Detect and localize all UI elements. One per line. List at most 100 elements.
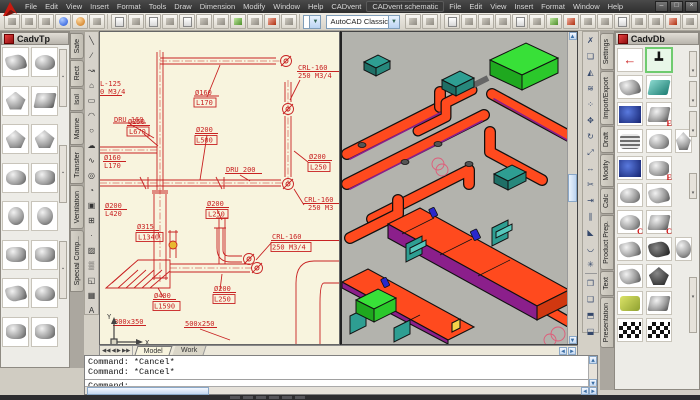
gradient-icon[interactable]: ▒ (85, 258, 99, 273)
close-button[interactable]: × (685, 1, 698, 12)
fitting-oval[interactable] (31, 201, 58, 231)
status-toggle[interactable] (295, 396, 305, 399)
plot-preview-icon[interactable] (512, 14, 528, 29)
fitting-muffler[interactable] (31, 240, 58, 270)
mtext-icon[interactable]: A (85, 303, 99, 318)
menu-item[interactable]: View (62, 2, 86, 11)
scroll-up-icon[interactable]: ▲ (569, 32, 577, 40)
copy-icon[interactable] (614, 14, 630, 29)
status-toggle[interactable] (282, 396, 292, 399)
menu-item[interactable]: Help (604, 2, 627, 11)
x-branch-icon[interactable] (646, 264, 672, 288)
palette-tab[interactable]: Ventilation (70, 185, 84, 229)
sphere-blue-icon[interactable] (55, 14, 71, 29)
fitting-silencer[interactable] (31, 317, 58, 347)
sphere-orange-icon[interactable] (72, 14, 88, 29)
unit-icon[interactable]: E (646, 102, 672, 126)
menu-item[interactable]: Draw (170, 2, 196, 11)
scroll-up-icon[interactable]: ▲ (589, 356, 597, 364)
fitting-icon[interactable] (646, 183, 672, 207)
make-block-icon[interactable]: ⊞ (85, 213, 99, 228)
scroll-down-icon[interactable]: ▼ (569, 336, 577, 344)
stretch-icon[interactable]: ↔ (584, 161, 598, 177)
layout-icon[interactable] (111, 14, 127, 29)
scroll-thumb[interactable] (568, 174, 577, 202)
palette-tab[interactable]: Text (600, 271, 614, 296)
thumb-scrollbar[interactable] (59, 241, 67, 299)
tab-work[interactable]: Work (173, 346, 207, 355)
array-icon[interactable]: ⁘ (584, 97, 598, 113)
thumb-scrollbar[interactable] (59, 49, 67, 107)
cut-icon[interactable] (597, 14, 613, 29)
named-view-icon[interactable] (179, 14, 195, 29)
ellipse-icon[interactable]: ◎ (85, 168, 99, 183)
fitting-branch[interactable] (31, 124, 58, 154)
scroll-right-icon[interactable]: ► (589, 387, 597, 395)
workspace-settings-icon[interactable] (405, 14, 421, 29)
paste-icon[interactable] (631, 14, 647, 29)
oval-duct-icon[interactable] (675, 237, 692, 261)
palette-tab[interactable]: Settings (600, 33, 614, 70)
vertical-scrollbar[interactable]: ▲ ▼ (567, 32, 577, 344)
circle-icon[interactable]: ○ (85, 123, 99, 138)
chevron-down-icon[interactable]: ▼ (309, 16, 320, 28)
palette-tab[interactable]: Import/Export (600, 71, 614, 125)
menu-item[interactable]: File (21, 2, 41, 11)
trim-icon[interactable]: ✂ (584, 177, 598, 193)
menu-item[interactable]: View (486, 2, 510, 11)
silencer-icon[interactable] (617, 129, 643, 153)
camera-icon[interactable] (196, 14, 212, 29)
publish-web-icon[interactable] (529, 14, 545, 29)
status-toggle[interactable] (269, 396, 279, 399)
viewport-3d-model[interactable]: ▲ ▼ (340, 31, 578, 345)
scroll-left-icon[interactable]: ◄ (559, 347, 567, 355)
dimension-icon[interactable] (617, 102, 643, 126)
scroll-thumb[interactable] (87, 387, 209, 395)
hatch-icon[interactable]: ▨ (85, 243, 99, 258)
component-node-icon[interactable]: ┻ (646, 48, 672, 72)
chevron-down-icon[interactable]: ▼ (388, 16, 399, 28)
bend-duct-icon[interactable] (617, 264, 643, 288)
status-toggle[interactable] (256, 396, 266, 399)
joint-icon[interactable] (646, 75, 672, 99)
erase-icon[interactable]: ✗ (584, 33, 598, 49)
bucket-icon[interactable] (646, 129, 672, 153)
maximize-button[interactable]: □ (670, 1, 683, 12)
chamfer-icon[interactable]: ◣ (584, 225, 598, 241)
scroll-left-icon[interactable]: ◄ (581, 387, 589, 395)
motion-icon[interactable] (281, 14, 297, 29)
materials-icon[interactable] (264, 14, 280, 29)
move-icon[interactable]: ✥ (584, 113, 598, 129)
viewport-2d-schematic[interactable]: DRU 160 Ø160L170 CRL-160250 M3/4 L-1250 … (99, 31, 340, 345)
palette-tab[interactable]: Draft (600, 126, 614, 153)
insert-block-icon[interactable]: ▣ (85, 198, 99, 213)
command-hscroll[interactable]: ◄ ► (85, 386, 597, 394)
menu-item[interactable]: Tools (145, 2, 171, 11)
menu-item[interactable]: Insert (86, 2, 113, 11)
prev-tab-icon[interactable]: ◀ (111, 348, 115, 354)
plenum-box-icon[interactable] (617, 291, 643, 315)
polyline-icon[interactable]: ↝ (85, 63, 99, 78)
menu-item[interactable]: Format (537, 2, 569, 11)
ellipse-arc-icon[interactable]: ◔ (85, 183, 99, 198)
draw-duct-icon[interactable]: ← (617, 48, 643, 72)
elbow-icon[interactable] (617, 237, 643, 261)
command-vscroll[interactable]: ▲ ▼ (588, 356, 597, 387)
fitting-tube[interactable] (2, 317, 29, 347)
menu-item[interactable]: Edit (41, 2, 62, 11)
view-3d-icon[interactable] (162, 14, 178, 29)
bracket-unit-icon[interactable] (646, 291, 672, 315)
box-unit-icon[interactable]: C (646, 210, 672, 234)
menu-item[interactable]: Window (569, 2, 604, 11)
break-icon[interactable]: ∥ (584, 209, 598, 225)
palette-tab[interactable]: Modify (600, 154, 614, 187)
palette-tab[interactable]: Presentation (600, 297, 614, 348)
pan-icon[interactable] (563, 14, 579, 29)
render-icon[interactable] (230, 14, 246, 29)
copy-icon[interactable]: ❏ (584, 49, 598, 65)
menu-item[interactable]: Format (113, 2, 145, 11)
redo-icon[interactable] (682, 14, 698, 29)
dark-elbow-icon[interactable] (646, 237, 672, 261)
status-toggle[interactable] (243, 396, 253, 399)
draworder-front-icon[interactable]: ❐ (584, 276, 598, 292)
